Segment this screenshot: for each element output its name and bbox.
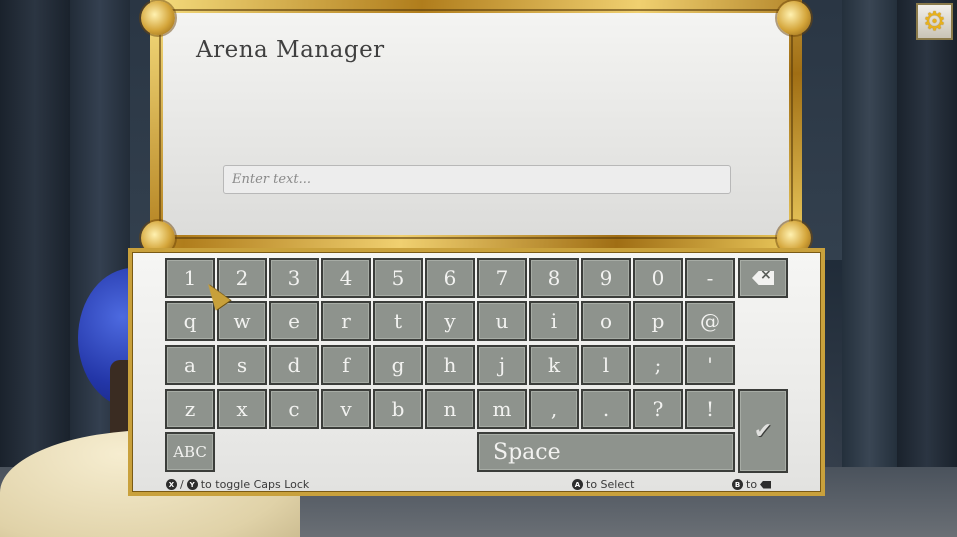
key-1-10[interactable]: @ [685,301,735,341]
gear-icon: ⚙ [922,6,947,37]
dialog-title: Arena Manager [196,37,385,63]
caps-lock-hint: X / Y to toggle Caps Lock [166,478,309,491]
key-1-9[interactable]: p [633,301,683,341]
space-key[interactable]: Space [477,432,735,472]
text-entry-dialog: Arena Manager [141,0,811,255]
confirm-key[interactable]: ✔ [738,389,788,473]
key-3-3[interactable]: v [321,389,371,429]
key-3-6[interactable]: m [477,389,527,429]
key-1-7[interactable]: i [529,301,579,341]
key-3-8[interactable]: . [581,389,631,429]
hint-slash: / [180,478,184,491]
key-0-8[interactable]: 9 [581,258,631,298]
key-0-10[interactable]: - [685,258,735,298]
key-1-1[interactable]: w [217,301,267,341]
key-3-10[interactable]: ! [685,389,735,429]
x-button-icon: X [166,479,177,490]
settings-button[interactable]: ⚙ [916,3,953,40]
select-hint-text: to Select [586,478,635,491]
b-button-icon: B [732,479,743,490]
y-button-icon: Y [186,479,198,490]
key-3-5[interactable]: n [425,389,475,429]
key-2-3[interactable]: f [321,345,371,385]
backspace-icon [760,480,772,489]
delete-hint-text: to [746,478,758,491]
key-0-4[interactable]: 5 [373,258,423,298]
key-3-7[interactable]: , [529,389,579,429]
key-2-7[interactable]: k [529,345,579,385]
text-input-field[interactable] [223,165,731,194]
backspace-key[interactable] [738,258,788,298]
frame-ornament-icon [141,1,175,35]
key-3-4[interactable]: b [373,389,423,429]
key-1-0[interactable]: q [165,301,215,341]
key-2-2[interactable]: d [269,345,319,385]
key-2-5[interactable]: h [425,345,475,385]
delete-hint: B to [732,478,772,491]
key-0-7[interactable]: 8 [529,258,579,298]
key-3-0[interactable]: z [165,389,215,429]
select-hint: A to Select [572,478,634,491]
key-2-9[interactable]: ; [633,345,683,385]
key-2-10[interactable]: ' [685,345,735,385]
key-1-6[interactable]: u [477,301,527,341]
key-3-9[interactable]: ? [633,389,683,429]
key-0-3[interactable]: 4 [321,258,371,298]
key-2-8[interactable]: l [581,345,631,385]
caps-lock-hint-text: to toggle Caps Lock [200,478,310,491]
key-1-2[interactable]: e [269,301,319,341]
key-2-6[interactable]: j [477,345,527,385]
key-3-1[interactable]: x [217,389,267,429]
key-1-8[interactable]: o [581,301,631,341]
background-pillar-right-inner [842,0,897,537]
key-0-5[interactable]: 6 [425,258,475,298]
frame-ornament-icon [777,1,811,35]
on-screen-keyboard: 1 2 3 4 5 6 7 8 9 0- q w e r t y u i o p @ a s d f g h j k l; ' z x c v b n m… [128,248,825,496]
key-0-9[interactable]: 0 [633,258,683,298]
key-1-5[interactable]: y [425,301,475,341]
abc-toggle-key[interactable]: ABC [165,432,215,472]
key-2-0[interactable]: a [165,345,215,385]
key-1-3[interactable]: r [321,301,371,341]
key-3-2[interactable]: c [269,389,319,429]
key-0-6[interactable]: 7 [477,258,527,298]
backspace-icon [752,271,774,285]
key-0-2[interactable]: 3 [269,258,319,298]
key-2-4[interactable]: g [373,345,423,385]
key-1-4[interactable]: t [373,301,423,341]
a-button-icon: A [572,479,583,490]
background-pillar-right-outer [897,0,957,537]
checkmark-icon: ✔ [753,418,773,444]
key-2-1[interactable]: s [217,345,267,385]
